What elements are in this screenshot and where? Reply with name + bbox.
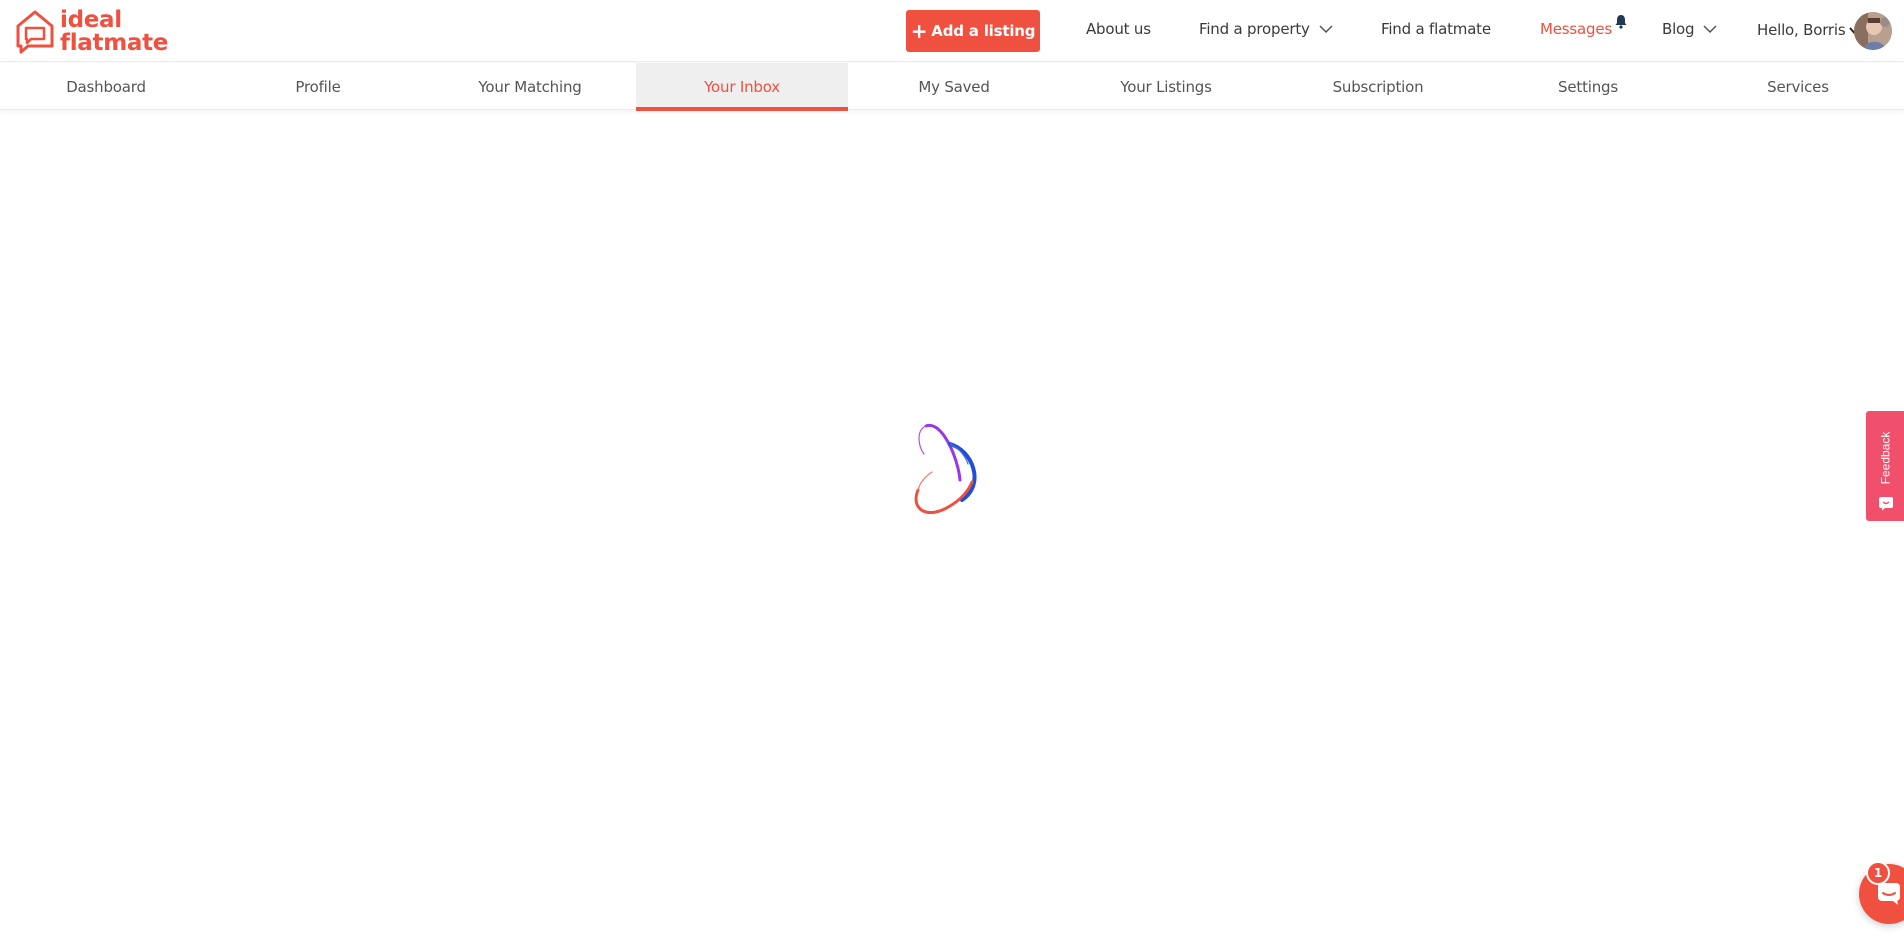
loading-spinner-icon	[914, 424, 977, 515]
tab-dashboard[interactable]: Dashboard	[0, 63, 212, 110]
nav-find-flatmate[interactable]: Find a flatmate	[1381, 20, 1491, 38]
chat-unread-badge: 1	[1866, 861, 1890, 885]
nav-about-us-label: About us	[1086, 20, 1151, 38]
tab-your-inbox[interactable]: Your Inbox	[636, 63, 848, 111]
chevron-down-icon	[1703, 25, 1717, 33]
site-logo[interactable]: ideal flatmate	[14, 8, 168, 55]
nav-find-property[interactable]: Find a property	[1199, 20, 1333, 38]
tab-dashboard-label: Dashboard	[66, 77, 146, 96]
add-listing-button[interactable]: + Add a listing	[906, 10, 1040, 52]
nav-blog-label: Blog	[1662, 20, 1695, 38]
logo-line-2: flatmate	[60, 30, 169, 56]
tab-your-listings[interactable]: Your Listings	[1060, 63, 1272, 110]
feedback-label: Feedback	[1878, 431, 1893, 485]
nav-about-us[interactable]: About us	[1086, 20, 1151, 38]
feedback-chat-icon	[1879, 497, 1893, 511]
house-chat-logo-icon	[16, 10, 54, 54]
tab-profile[interactable]: Profile	[212, 63, 424, 110]
bell-icon[interactable]	[1614, 14, 1628, 29]
top-header: ideal flatmate + Add a listing About us …	[0, 0, 1904, 62]
user-greeting: Hello, Borris	[1757, 21, 1846, 39]
nav-messages-label: Messages	[1540, 20, 1612, 38]
tab-your-listings-label: Your Listings	[1120, 77, 1212, 96]
dashboard-tabs: Dashboard Profile Your Matching Your Inb…	[0, 63, 1904, 111]
tab-subscription[interactable]: Subscription	[1272, 63, 1484, 110]
tab-subscription-label: Subscription	[1332, 77, 1424, 96]
nav-blog[interactable]: Blog	[1662, 20, 1717, 38]
tab-settings-label: Settings	[1558, 77, 1618, 96]
tab-my-saved-label: My Saved	[918, 77, 990, 96]
logo-line-1: ideal	[60, 7, 122, 33]
chevron-down-icon	[1319, 25, 1333, 33]
user-menu[interactable]: Hello, Borris	[1757, 21, 1860, 39]
avatar-photo	[1854, 12, 1892, 50]
add-listing-label: Add a listing	[931, 22, 1036, 40]
tab-your-inbox-label: Your Inbox	[704, 78, 780, 96]
site-logo-text: ideal flatmate	[60, 9, 168, 55]
user-avatar[interactable]	[1854, 12, 1892, 50]
tab-your-matching-label: Your Matching	[478, 77, 582, 96]
plus-icon: +	[910, 19, 928, 43]
tab-your-matching[interactable]: Your Matching	[424, 63, 636, 110]
tab-services[interactable]: Services	[1692, 63, 1904, 110]
tab-services-label: Services	[1767, 77, 1829, 96]
nav-find-property-label: Find a property	[1199, 20, 1310, 38]
tab-profile-label: Profile	[295, 77, 341, 96]
nav-messages[interactable]: Messages	[1540, 20, 1612, 38]
nav-find-flatmate-label: Find a flatmate	[1381, 20, 1491, 38]
tab-my-saved[interactable]: My Saved	[848, 63, 1060, 110]
feedback-tab[interactable]: Feedback	[1866, 411, 1904, 521]
tab-settings[interactable]: Settings	[1482, 63, 1694, 110]
feedback-label-wrap: Feedback	[1872, 423, 1898, 493]
